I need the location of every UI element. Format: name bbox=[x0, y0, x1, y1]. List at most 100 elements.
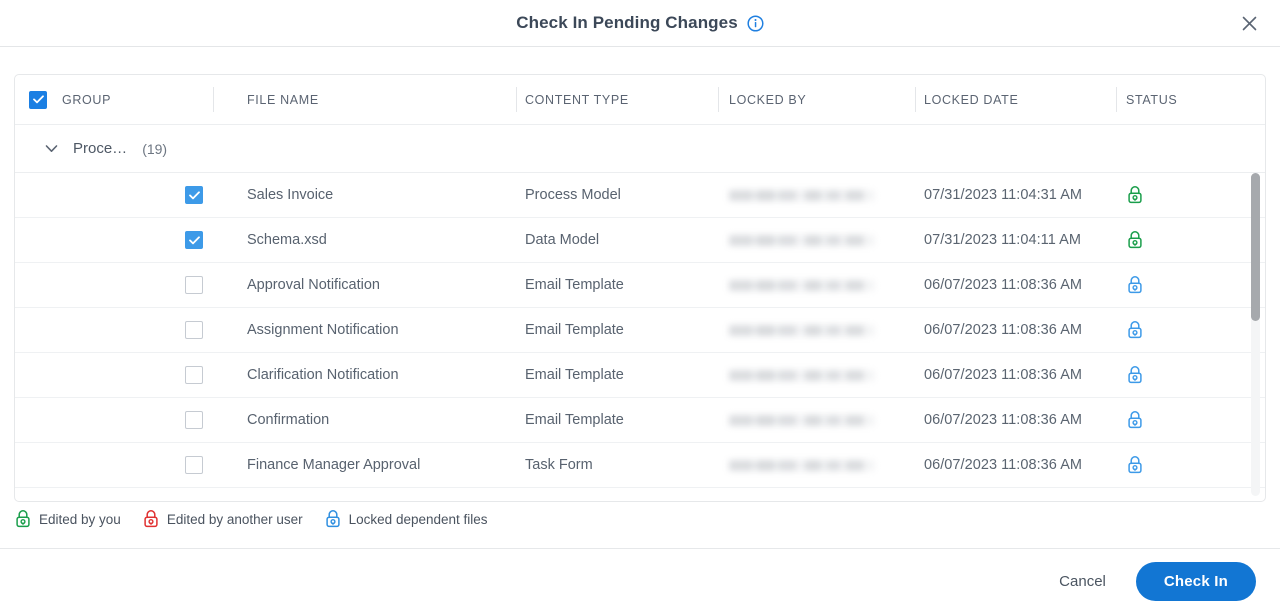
cell-content-type: Process Model bbox=[525, 187, 621, 203]
info-circle-icon[interactable] bbox=[747, 14, 764, 32]
redacted-value bbox=[729, 189, 875, 201]
cell-locked-date: 06/07/2023 11:08:36 AM bbox=[924, 367, 1083, 383]
dialog-footer: Cancel Check In bbox=[0, 549, 1280, 614]
select-all-checkbox[interactable] bbox=[29, 90, 47, 109]
cell-locked-by bbox=[718, 234, 915, 246]
table-row[interactable]: Finance Manager Approval Task Form 06/07/2… bbox=[15, 443, 1265, 488]
column-header-content-type-label: CONTENT TYPE bbox=[525, 92, 629, 107]
table-row[interactable]: Clarification Notification Email Template… bbox=[15, 353, 1265, 398]
row-checkbox[interactable] bbox=[185, 186, 203, 204]
cell-locked-by bbox=[718, 414, 915, 426]
cell-file-name: Confirmation bbox=[247, 412, 330, 428]
cell-status bbox=[1116, 230, 1251, 250]
cell-content-type: Email Template bbox=[525, 367, 624, 383]
table-row[interactable]: Confirmation Email Template 06/07/2023 11:… bbox=[15, 398, 1265, 443]
redacted-value bbox=[729, 324, 875, 336]
row-select-cell bbox=[15, 321, 213, 339]
row-checkbox[interactable] bbox=[185, 231, 203, 249]
cell-status bbox=[1116, 455, 1251, 475]
lock-icon bbox=[324, 509, 342, 529]
group-row-name: Proce… bbox=[73, 140, 128, 157]
table-row[interactable]: Schema.xsd Data Model 07/31/2023 11:04:11 … bbox=[15, 218, 1265, 263]
cell-file-name: Assignment Notification bbox=[247, 322, 399, 338]
cell-status bbox=[1116, 410, 1251, 430]
group-row[interactable]: Proce… (19) bbox=[15, 125, 1265, 173]
cell-status bbox=[1116, 320, 1251, 340]
legend-item-label: Edited by another user bbox=[166, 511, 303, 527]
legend-item-label: Edited by you bbox=[39, 511, 121, 527]
redacted-value bbox=[729, 369, 875, 381]
cell-file-name: Schema.xsd bbox=[247, 232, 327, 248]
lock-icon[interactable] bbox=[1126, 275, 1251, 295]
redacted-value bbox=[729, 414, 875, 426]
cell-file-name: Clarification Notification bbox=[247, 367, 399, 383]
row-checkbox[interactable] bbox=[185, 276, 203, 294]
column-header-status-label: STATUS bbox=[1126, 92, 1178, 107]
cell-locked-by bbox=[718, 459, 915, 471]
vertical-scrollbar-thumb[interactable] bbox=[1251, 173, 1260, 321]
pending-changes-table: GROUP FILE NAME CONTENT TYPE LOCKED BY L… bbox=[14, 74, 1266, 502]
redacted-value bbox=[729, 279, 875, 291]
lock-icon[interactable] bbox=[1126, 230, 1251, 250]
column-header-locked-date-label: LOCKED DATE bbox=[924, 92, 1019, 107]
close-icon[interactable] bbox=[1236, 10, 1262, 36]
cell-locked-date: 07/31/2023 11:04:31 AM bbox=[924, 187, 1083, 203]
lock-icon[interactable] bbox=[1126, 320, 1251, 340]
legend-item: Edited by you bbox=[14, 509, 121, 529]
lock-icon[interactable] bbox=[1126, 455, 1251, 475]
cell-status bbox=[1116, 275, 1251, 295]
table-row[interactable]: Approval Notification Email Template 06/07… bbox=[15, 263, 1265, 308]
column-header-locked-by[interactable]: LOCKED BY bbox=[718, 75, 915, 124]
row-select-cell bbox=[15, 411, 213, 429]
cell-content-type: Task Form bbox=[525, 457, 593, 473]
column-header-file-name[interactable]: FILE NAME bbox=[213, 75, 516, 124]
table-row[interactable]: Assignment Notification Email Template 06/… bbox=[15, 308, 1265, 353]
cell-locked-by bbox=[718, 189, 915, 201]
table-row[interactable]: Sales Invoice Process Model 07/31/2023 11:… bbox=[15, 173, 1265, 218]
row-select-cell bbox=[15, 366, 213, 384]
cell-file-name: Finance Manager Approval bbox=[247, 457, 421, 473]
column-header-group-label: GROUP bbox=[62, 92, 112, 107]
row-select-cell bbox=[15, 231, 213, 249]
cancel-button[interactable]: Cancel bbox=[1043, 564, 1122, 599]
cell-locked-date: 06/07/2023 11:08:36 AM bbox=[924, 277, 1083, 293]
legend-item-label: Locked dependent files bbox=[348, 511, 488, 527]
dialog-title-wrap: Check In Pending Changes bbox=[516, 13, 764, 33]
lock-icon[interactable] bbox=[1126, 410, 1251, 430]
cell-locked-by bbox=[718, 369, 915, 381]
cell-status bbox=[1116, 185, 1251, 205]
status-legend: Edited by you Edited by another user Locke… bbox=[14, 509, 488, 529]
column-header-file-name-label: FILE NAME bbox=[247, 92, 319, 107]
cell-file-name: Sales Invoice bbox=[247, 187, 334, 203]
row-checkbox[interactable] bbox=[185, 456, 203, 474]
cell-locked-date: 07/31/2023 11:04:11 AM bbox=[924, 232, 1081, 248]
cell-file-name: Approval Notification bbox=[247, 277, 380, 293]
redacted-value bbox=[729, 459, 875, 471]
cell-locked-by bbox=[718, 324, 915, 336]
row-select-cell bbox=[15, 276, 213, 294]
dialog-title: Check In Pending Changes bbox=[516, 13, 738, 32]
cell-locked-date: 06/07/2023 11:08:36 AM bbox=[924, 412, 1083, 428]
table-rows-host: Sales Invoice Process Model 07/31/2023 11:… bbox=[15, 173, 1265, 488]
cell-content-type: Email Template bbox=[525, 322, 624, 338]
lock-icon[interactable] bbox=[1126, 365, 1251, 385]
row-checkbox[interactable] bbox=[185, 411, 203, 429]
row-checkbox[interactable] bbox=[185, 321, 203, 339]
cell-locked-date: 06/07/2023 11:08:36 AM bbox=[924, 322, 1083, 338]
column-header-locked-by-label: LOCKED BY bbox=[729, 92, 807, 107]
legend-item: Edited by another user bbox=[142, 509, 303, 529]
cell-locked-by bbox=[718, 279, 915, 291]
table-body-scroll[interactable]: Proce… (19) Sales Invoice Process Model 07… bbox=[15, 125, 1265, 501]
column-header-status[interactable]: STATUS bbox=[1116, 75, 1251, 124]
chevron-down-icon[interactable] bbox=[43, 140, 60, 157]
legend-item: Locked dependent files bbox=[324, 509, 488, 529]
vertical-scrollbar-track[interactable] bbox=[1251, 173, 1260, 496]
check-in-button[interactable]: Check In bbox=[1135, 562, 1256, 601]
cell-status bbox=[1116, 365, 1251, 385]
group-row-count: (19) bbox=[142, 140, 168, 157]
row-checkbox[interactable] bbox=[185, 366, 203, 384]
column-header-content-type[interactable]: CONTENT TYPE bbox=[516, 75, 718, 124]
lock-icon bbox=[142, 509, 160, 529]
column-header-locked-date[interactable]: LOCKED DATE bbox=[915, 75, 1116, 124]
lock-icon[interactable] bbox=[1126, 185, 1251, 205]
